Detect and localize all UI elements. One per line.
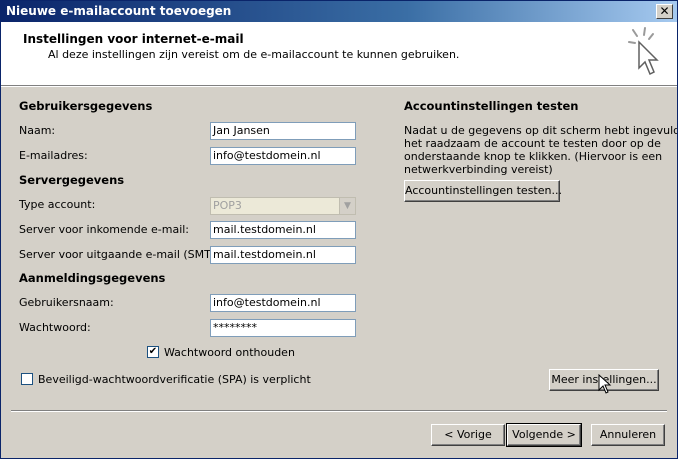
account-type-label: Type account: (19, 198, 96, 211)
close-button[interactable]: ✕ (656, 4, 673, 19)
cancel-button[interactable]: Annuleren (591, 424, 665, 446)
next-button[interactable]: Volgende > (506, 423, 582, 447)
username-input[interactable]: info@testdomein.nl (210, 294, 356, 312)
test-description-line-2: het raadzaam de account te testen door o… (404, 137, 661, 150)
remember-password-checkbox[interactable]: ✔ (147, 346, 159, 358)
name-input[interactable]: Jan Jansen (210, 122, 356, 140)
outgoing-server-label: Server voor uitgaande e-mail (SMTP): (19, 248, 226, 261)
user-info-heading: Gebruikersgegevens (19, 99, 153, 113)
test-settings-heading: Accountinstellingen testen (404, 99, 579, 113)
outgoing-server-input[interactable]: mail.testdomein.nl (210, 246, 356, 264)
page-title: Instellingen voor internet-e-mail (23, 32, 244, 46)
account-type-select: POP3 ▼ (210, 197, 356, 215)
title-bar[interactable]: Nieuwe e-mailaccount toevoegen ✕ (1, 1, 677, 22)
page-subtitle: Al deze instellingen zijn vereist om de … (48, 48, 460, 61)
remember-password-label: Wachtwoord onthouden (164, 346, 295, 359)
incoming-server-input[interactable]: mail.testdomein.nl (210, 221, 356, 239)
header-separator (1, 86, 677, 87)
spa-checkbox[interactable] (21, 373, 33, 385)
cursor-sparkle-icon (628, 27, 659, 76)
test-account-button[interactable]: Accountinstellingen testen... (404, 180, 562, 202)
test-description-line-3: onderstaande knop te klikken. (Hiervoor … (404, 150, 663, 163)
mouse-pointer-icon (598, 374, 612, 394)
email-label: E-mailadres: (19, 149, 88, 162)
window-title: Nieuwe e-mailaccount toevoegen (6, 4, 232, 18)
add-account-dialog: Nieuwe e-mailaccount toevoegen ✕ Instell… (0, 0, 678, 459)
back-button[interactable]: < Vorige (431, 424, 505, 446)
email-input[interactable]: info@testdomein.nl (210, 147, 356, 165)
wizard-header: Instellingen voor internet-e-mail Al dez… (1, 22, 677, 86)
logon-info-heading: Aanmeldingsgegevens (19, 271, 166, 285)
chevron-down-icon: ▼ (339, 198, 355, 214)
test-description-line-4: netwerkverbinding vereist) (404, 163, 553, 176)
server-info-heading: Servergegevens (19, 173, 125, 187)
password-label: Wachtwoord: (19, 321, 91, 334)
spa-label: Beveiligd-wachtwoordverificatie (SPA) is… (38, 373, 311, 386)
password-input[interactable]: ******** (210, 319, 356, 337)
account-type-value: POP3 (213, 199, 242, 212)
footer-separator (11, 410, 667, 412)
test-description-line-1: Nadat u de gegevens op dit scherm hebt i… (404, 124, 678, 137)
incoming-server-label: Server voor inkomende e-mail: (19, 223, 190, 236)
username-label: Gebruikersnaam: (19, 296, 114, 309)
name-label: Naam: (19, 124, 56, 137)
